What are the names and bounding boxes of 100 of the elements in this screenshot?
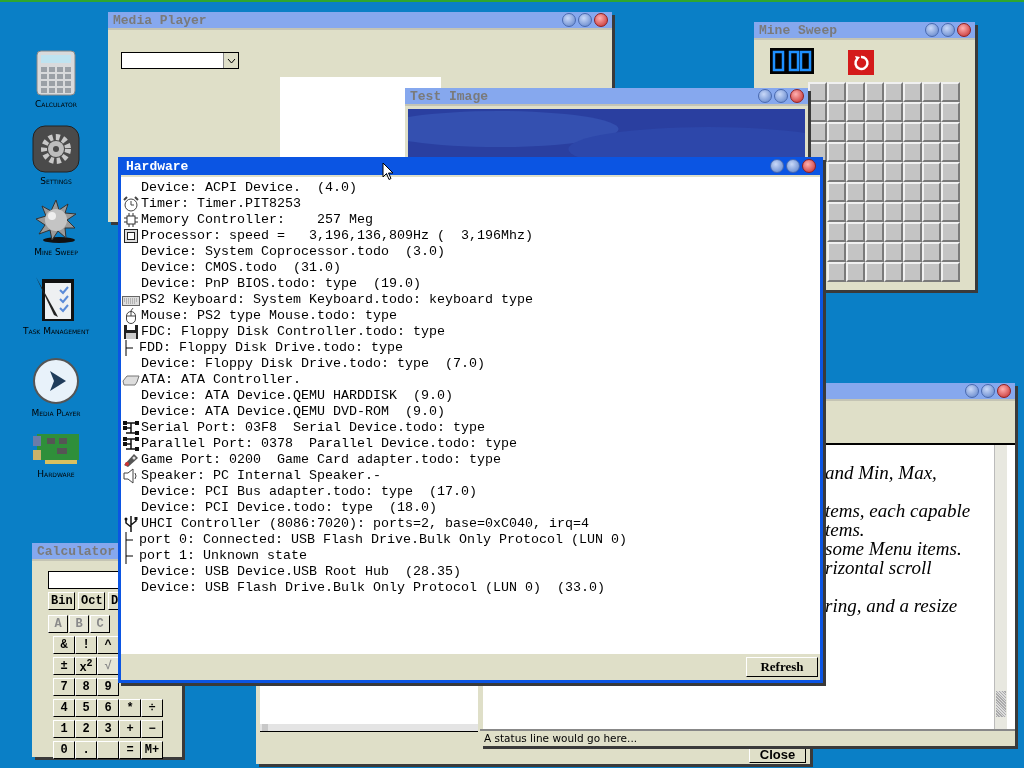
mine-tile[interactable] (865, 142, 884, 162)
keypad-key[interactable]: 5 (75, 699, 97, 717)
mine-tile[interactable] (884, 122, 903, 142)
mine-tile[interactable] (827, 262, 846, 282)
media-dropdown[interactable] (121, 52, 239, 69)
horizontal-scrollbar[interactable] (260, 724, 478, 732)
mine-tile[interactable] (827, 142, 846, 162)
maximize-button[interactable] (774, 89, 788, 103)
close-button[interactable] (790, 89, 804, 103)
mine-tile[interactable] (903, 102, 922, 122)
mine-tile[interactable] (941, 222, 960, 242)
mine-tile[interactable] (922, 222, 941, 242)
minimize-button[interactable] (562, 13, 576, 27)
mine-tile[interactable] (884, 182, 903, 202)
maximize-button[interactable] (786, 159, 800, 173)
maximize-button[interactable] (941, 23, 955, 37)
mine-tile[interactable] (865, 102, 884, 122)
calculator-display[interactable] (48, 571, 118, 589)
mine-tile[interactable] (846, 222, 865, 242)
mine-tile[interactable] (922, 142, 941, 162)
mine-tile[interactable] (827, 222, 846, 242)
mine-tile[interactable] (846, 142, 865, 162)
mine-tile[interactable] (941, 82, 960, 102)
keypad-key[interactable]: . (75, 741, 97, 759)
mine-tile[interactable] (884, 162, 903, 182)
mine-tile[interactable] (941, 242, 960, 262)
play-icon[interactable] (32, 357, 80, 405)
keypad-key[interactable]: ^ (97, 636, 119, 654)
mine-tile[interactable] (941, 102, 960, 122)
maximize-button[interactable] (578, 13, 592, 27)
mine-tile[interactable] (903, 202, 922, 222)
refresh-button[interactable]: Refresh (746, 657, 818, 677)
keypad-key[interactable]: 4 (53, 699, 75, 717)
mine-tile[interactable] (846, 242, 865, 262)
keypad-key[interactable]: 6 (97, 699, 119, 717)
mine-tile[interactable] (922, 202, 941, 222)
mine-tile[interactable] (884, 262, 903, 282)
mine-tile[interactable] (827, 202, 846, 222)
keypad-key[interactable]: M+ (141, 741, 163, 759)
mine-tile[interactable] (846, 182, 865, 202)
minimize-button[interactable] (965, 384, 979, 398)
mine-tile[interactable] (865, 262, 884, 282)
mine-tile[interactable] (865, 162, 884, 182)
mine-tile[interactable] (865, 242, 884, 262)
desktop-icon-label[interactable]: Mine Sweep (21, 246, 91, 258)
mine-tile[interactable] (846, 202, 865, 222)
desktop-icon-label[interactable]: Hardware (21, 468, 91, 480)
mine-tile[interactable] (903, 182, 922, 202)
keypad-key[interactable]: = (119, 741, 141, 759)
mine-tile[interactable] (922, 162, 941, 182)
mine-tile[interactable] (903, 162, 922, 182)
mine-tile[interactable] (827, 242, 846, 262)
keypad-key[interactable]: ± (53, 657, 75, 675)
desktop-icon-label[interactable]: Task Management (21, 325, 91, 337)
mine-tile[interactable] (903, 262, 922, 282)
desktop-icon-label[interactable]: Settings (21, 175, 91, 187)
mine-tile[interactable] (827, 182, 846, 202)
mine-icon[interactable] (33, 198, 79, 244)
minimize-button[interactable] (770, 159, 784, 173)
keypad-key[interactable]: 3 (97, 720, 119, 738)
mine-tile[interactable] (865, 182, 884, 202)
keypad-key[interactable]: Bin (48, 592, 75, 610)
keypad-key[interactable]: Oct (78, 592, 105, 610)
mine-tile[interactable] (884, 82, 903, 102)
keypad-key[interactable]: 9 (97, 678, 119, 696)
reset-button[interactable] (848, 50, 874, 75)
keypad-key[interactable]: 0 (53, 741, 75, 759)
calculator-icon[interactable] (36, 50, 76, 96)
mine-tile[interactable] (941, 202, 960, 222)
mine-tile[interactable] (903, 222, 922, 242)
mine-tile[interactable] (827, 162, 846, 182)
close-button[interactable] (594, 13, 608, 27)
keypad-key[interactable]: & (53, 636, 75, 654)
desktop-icon-label[interactable]: Media Player (21, 407, 91, 419)
mine-tile[interactable] (884, 242, 903, 262)
mine-tile[interactable] (922, 82, 941, 102)
mine-tile[interactable] (865, 222, 884, 242)
mine-tile[interactable] (884, 222, 903, 242)
mine-tile[interactable] (903, 82, 922, 102)
mine-tile[interactable] (827, 102, 846, 122)
keypad-key[interactable]: ÷ (141, 699, 163, 717)
mine-tile[interactable] (827, 122, 846, 142)
keypad-key[interactable]: ! (75, 636, 97, 654)
mine-tile[interactable] (941, 262, 960, 282)
mine-tile[interactable] (903, 242, 922, 262)
close-button[interactable] (957, 23, 971, 37)
keypad-key[interactable] (97, 741, 119, 759)
gear-icon[interactable] (32, 125, 80, 173)
mine-tile[interactable] (941, 142, 960, 162)
keypad-key[interactable]: 2 (75, 720, 97, 738)
mine-tile[interactable] (846, 82, 865, 102)
minimize-button[interactable] (758, 89, 772, 103)
close-button[interactable] (802, 159, 816, 173)
desktop-icon-label[interactable]: Calculator (21, 98, 91, 110)
mine-tile[interactable] (846, 122, 865, 142)
mine-tile[interactable] (884, 202, 903, 222)
mine-tile[interactable] (922, 102, 941, 122)
mine-tile[interactable] (884, 102, 903, 122)
keypad-key[interactable]: + (119, 720, 141, 738)
mine-tile[interactable] (903, 122, 922, 142)
